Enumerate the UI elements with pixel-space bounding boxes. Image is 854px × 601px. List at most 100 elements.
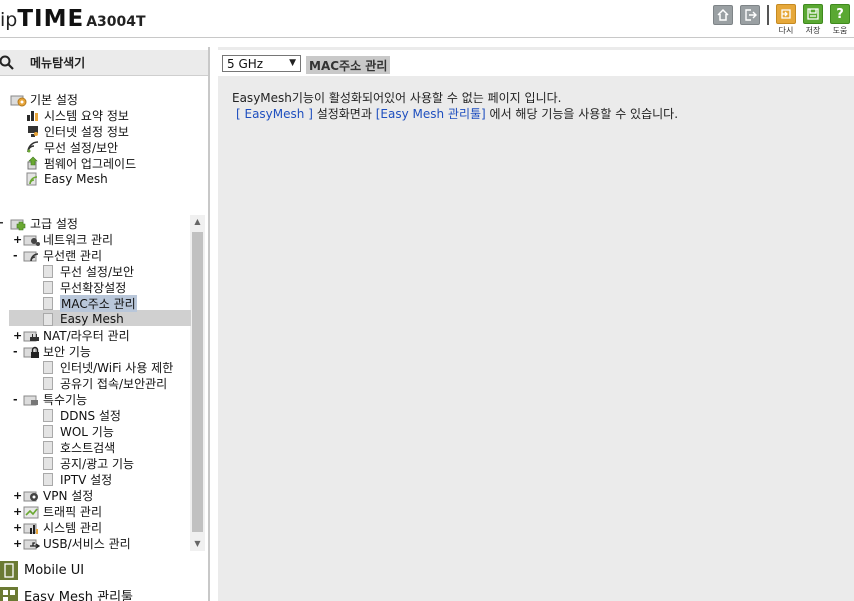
page-title: MAC주소 관리 — [306, 56, 391, 74]
tree-label: 무선 설정/보안 — [44, 140, 119, 155]
traffic-folder-icon — [23, 505, 39, 518]
tree-item-wireless-extension[interactable]: 무선확장설정 — [43, 279, 126, 295]
explorer-header: 메뉴탐색기 — [0, 50, 208, 76]
tree-label: 고급 설정 — [30, 216, 78, 231]
tree-item-iptv[interactable]: IPTV 설정 — [43, 471, 112, 487]
collapse-toggle[interactable]: - — [13, 249, 23, 262]
tree-label: DDNS 설정 — [60, 408, 121, 423]
tree-label: 인터넷 설정 정보 — [44, 124, 129, 139]
iptime-logo: ip TIME A3004T — [0, 5, 146, 33]
page-icon — [43, 456, 53, 470]
tree-traffic-management[interactable]: + 트래픽 관리 — [13, 503, 102, 519]
expand-toggle[interactable]: + — [13, 521, 23, 534]
logo-time-text: TIME — [17, 6, 85, 32]
usb-folder-icon — [23, 537, 41, 550]
tree-usb-service-management[interactable]: + USB/서비스 관리 — [13, 535, 131, 551]
tree-item-ddns[interactable]: DDNS 설정 — [43, 407, 121, 423]
main-content-area: 5 GHz ▼ MAC주소 관리 EasyMesh기능이 활성화되어있어 사용할… — [218, 47, 854, 601]
mobile-ui-link[interactable]: Mobile UI — [0, 559, 84, 581]
tree-label: 공유기 접속/보안관리 — [60, 376, 168, 391]
sidebar-scrollbar[interactable]: ▲ ▼ — [190, 215, 205, 551]
tree-label: VPN 설정 — [43, 488, 94, 503]
tree-item-firmware-upgrade[interactable]: 펌웨어 업그레이드 — [26, 155, 136, 171]
band-select-value: 5 GHz — [227, 56, 264, 71]
tree-item-router-access-security[interactable]: 공유기 접속/보안관리 — [43, 375, 167, 391]
tree-label: WOL 기능 — [60, 424, 114, 439]
tree-wireless-lan-management[interactable]: - 무선랜 관리 — [13, 247, 102, 263]
expand-toggle[interactable]: + — [13, 537, 23, 550]
router-folder-icon — [23, 329, 39, 342]
advanced-folder-icon — [10, 217, 26, 230]
tree-item-wol[interactable]: WOL 기능 — [43, 423, 114, 439]
tree-network-management[interactable]: + 네트워크 관리 — [13, 231, 113, 247]
tree-label: 공지/광고 기능 — [60, 456, 135, 471]
tree-system-management[interactable]: + 시스템 관리 — [13, 519, 102, 535]
collapse-toggle[interactable]: - — [13, 393, 23, 406]
expand-toggle[interactable]: + — [13, 233, 23, 246]
page-icon — [43, 312, 53, 326]
tree-vpn-settings[interactable]: + VPN 설정 — [13, 487, 93, 503]
model-name: A3004T — [86, 14, 146, 30]
page-icon — [43, 360, 53, 374]
tree-label: 트래픽 관리 — [43, 504, 103, 519]
tree-nat-router-management[interactable]: + NAT/라우터 관리 — [13, 327, 130, 343]
tree-item-mac-address[interactable]: MAC주소 관리 — [43, 294, 137, 312]
network-folder-icon — [23, 233, 40, 246]
tree-item-system-summary[interactable]: 시스템 요약 정보 — [26, 107, 129, 123]
tree-item-easy-mesh-advanced[interactable]: Easy Mesh — [43, 311, 124, 327]
easymesh-settings-link[interactable]: [ EasyMesh ] — [236, 107, 313, 121]
easy-mesh-tool-link[interactable]: Easy Mesh 관리툴 — [0, 584, 133, 601]
easy-mesh-tool-label: Easy Mesh 관리툴 — [24, 589, 134, 601]
menu-explorer-sidebar: 메뉴탐색기 기본 설정 시스템 요약 정보 인터넷 설정 정보 무선 설정/보안… — [0, 47, 208, 601]
tree-item-easy-mesh-basic[interactable]: Easy Mesh — [26, 171, 108, 187]
logo-ip-text: ip — [0, 9, 18, 31]
help-button[interactable]: ? — [830, 4, 850, 24]
mesh-icon — [26, 172, 40, 186]
page-icon — [43, 376, 53, 390]
special-folder-icon — [23, 393, 39, 406]
tree-label: 펌웨어 업그레이드 — [44, 156, 137, 171]
scroll-up-arrow-icon[interactable]: ▲ — [190, 215, 205, 229]
page-icon — [43, 472, 53, 486]
system-folder-icon — [23, 521, 39, 534]
easymesh-tool-link[interactable]: [Easy Mesh 관리툴] — [376, 107, 486, 121]
tree-item-notice-ad[interactable]: 공지/광고 기능 — [43, 455, 134, 471]
save-button[interactable] — [803, 4, 823, 24]
home-icon[interactable] — [713, 5, 733, 25]
header-separator — [767, 5, 769, 25]
page-icon — [43, 440, 53, 454]
tree-special-functions[interactable]: - 특수기능 — [13, 391, 87, 407]
reload-button[interactable] — [776, 4, 796, 24]
reload-label: 다시 — [778, 26, 794, 35]
tree-label: 특수기능 — [43, 392, 88, 407]
tree-item-internet-info[interactable]: 인터넷 설정 정보 — [26, 123, 129, 139]
collapse-toggle[interactable]: - — [13, 345, 23, 358]
tree-item-host-search[interactable]: 호스트검색 — [43, 439, 115, 455]
mobile-ui-label: Mobile UI — [24, 562, 85, 578]
scrollbar-thumb[interactable] — [192, 232, 203, 532]
scroll-down-arrow-icon[interactable]: ▼ — [190, 537, 205, 551]
logout-icon[interactable] — [740, 5, 760, 25]
tree-item-wireless-security[interactable]: 무선 설정/보안 — [26, 139, 118, 155]
expand-toggle[interactable]: + — [13, 505, 23, 518]
expand-toggle[interactable]: + — [13, 329, 23, 342]
band-select[interactable]: 5 GHz ▼ — [222, 55, 301, 72]
tree-security-functions[interactable]: - 보안 기능 — [13, 343, 91, 359]
top-header: ip TIME A3004T 다시 저장 ? 도움 — [0, 0, 854, 38]
mobile-icon — [0, 560, 18, 580]
tree-item-wireless-settings[interactable]: 무선 설정/보안 — [43, 263, 134, 279]
collapse-toggle[interactable]: - — [0, 215, 8, 231]
tree-label: 시스템 관리 — [43, 520, 103, 535]
chevron-down-icon: ▼ — [289, 58, 296, 68]
explorer-title: 메뉴탐색기 — [30, 56, 86, 70]
tree-label: 인터넷/WiFi 사용 제한 — [60, 360, 174, 375]
expand-toggle[interactable]: + — [13, 489, 23, 502]
page-icon — [43, 296, 53, 310]
search-icon — [0, 55, 14, 70]
instruction-message: [ EasyMesh ] 설정화면과 [Easy Mesh 관리툴] 에서 해당… — [236, 105, 678, 122]
tree-basic-settings[interactable]: 기본 설정 — [10, 91, 78, 107]
tree-label: 호스트검색 — [60, 440, 116, 455]
mesh-tool-icon — [0, 586, 18, 601]
tree-item-internet-wifi-restriction[interactable]: 인터넷/WiFi 사용 제한 — [43, 359, 173, 375]
tree-advanced-settings[interactable]: - 고급 설정 — [0, 215, 78, 231]
